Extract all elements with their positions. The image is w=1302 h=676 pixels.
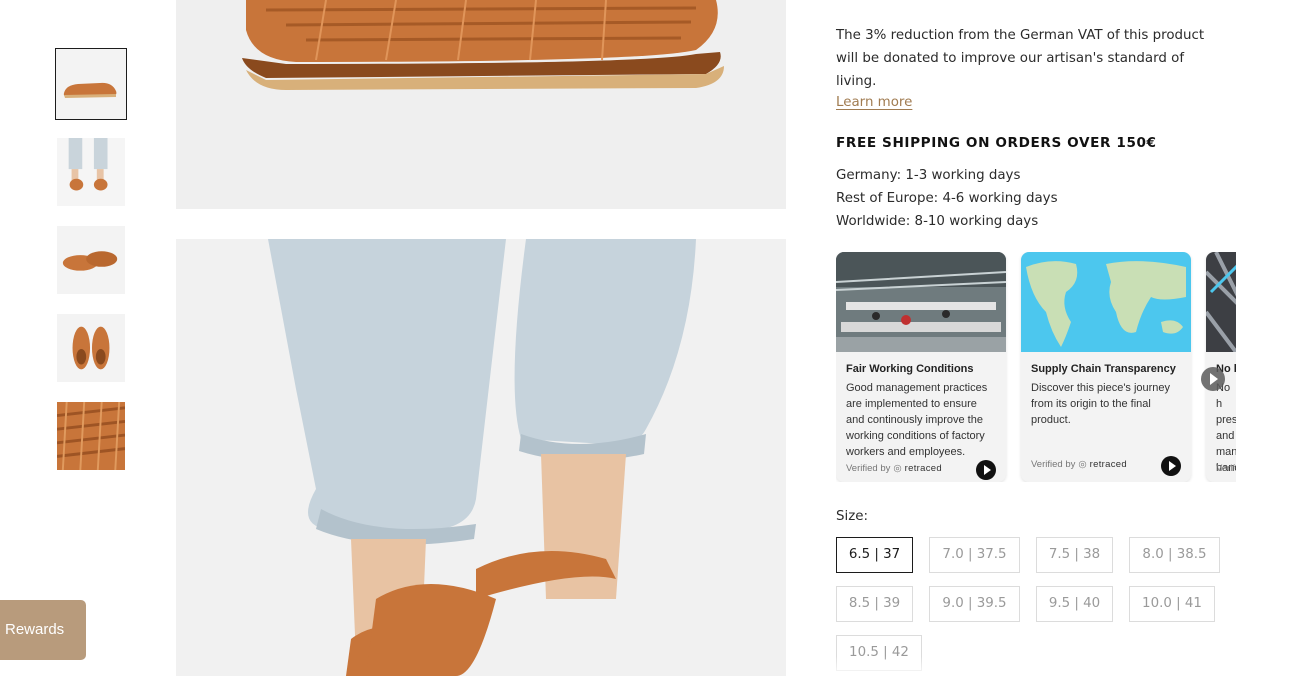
- weave-detail-image: [57, 402, 125, 470]
- verified-by-label: Verified by ◎ retraced: [846, 463, 942, 474]
- card-description: No h pres and man hand: [1216, 382, 1236, 474]
- shipping-time-europe: Rest of Europe: 4-6 working days: [836, 191, 1058, 206]
- size-option-7-0[interactable]: 7.0 | 37.5: [929, 537, 1020, 573]
- model-legs-image: [57, 138, 125, 206]
- shipping-time-worldwide: Worldwide: 8-10 working days: [836, 214, 1039, 229]
- size-label: Size:: [836, 509, 868, 524]
- retraced-brand: retraced: [1089, 459, 1127, 470]
- main-product-image-2: [176, 239, 786, 676]
- verified-prefix: Verif: [1216, 463, 1236, 474]
- bottom-fade-overlay: [836, 656, 1036, 676]
- verified-by-label: Verif: [1216, 463, 1235, 474]
- card-description: Discover this piece's journey from its o…: [1031, 382, 1171, 426]
- play-icon[interactable]: [1161, 456, 1181, 476]
- learn-more-link[interactable]: Learn more: [836, 95, 912, 110]
- thumbnail-1[interactable]: [55, 48, 127, 120]
- sustainability-carousel: Fair Working Conditions Good management …: [836, 252, 1236, 482]
- texture-image: [1206, 252, 1236, 352]
- size-option-7-5[interactable]: 7.5 | 38: [1036, 537, 1113, 573]
- main-product-image-1: [176, 0, 786, 209]
- verified-by-label: Verified by ◎ retraced: [1031, 459, 1127, 470]
- size-option-6-5[interactable]: 6.5 | 37: [836, 537, 913, 573]
- shipping-heading: FREE SHIPPING ON ORDERS OVER 150€: [836, 135, 1157, 151]
- thumbnail-2[interactable]: [57, 138, 125, 206]
- size-option-9-5[interactable]: 9.5 | 40: [1036, 586, 1113, 622]
- card-fair-working-conditions[interactable]: Fair Working Conditions Good management …: [836, 252, 1006, 482]
- rewards-button[interactable]: Rewards: [0, 600, 86, 660]
- retraced-brand: retraced: [904, 463, 942, 474]
- size-option-8-0[interactable]: 8.0 | 38.5: [1129, 537, 1220, 573]
- thumbnail-5[interactable]: [57, 402, 125, 470]
- size-option-9-0[interactable]: 9.0 | 39.5: [929, 586, 1020, 622]
- card-supply-chain-transparency[interactable]: Supply Chain Transparency Discover this …: [1021, 252, 1191, 482]
- verified-prefix: Verified by: [1031, 459, 1076, 470]
- size-option-10-0[interactable]: 10.0 | 41: [1129, 586, 1215, 622]
- shoe-pair-image: [57, 226, 125, 294]
- shipping-times-list: Germany: 1-3 working days Rest of Europe…: [836, 164, 1058, 233]
- shoe-closeup-image: [176, 0, 786, 209]
- retraced-pin-icon: ◎: [1078, 459, 1087, 470]
- card-description: Good management practices are implemente…: [846, 382, 988, 458]
- thumbnail-4[interactable]: [57, 314, 125, 382]
- size-option-8-5[interactable]: 8.5 | 39: [836, 586, 913, 622]
- world-map-image: [1021, 252, 1191, 352]
- factory-image: [836, 252, 1006, 352]
- retraced-pin-icon: ◎: [893, 463, 902, 474]
- product-info-panel: The 3% reduction from the German VAT of …: [836, 24, 1256, 229]
- verified-prefix: Verified by: [846, 463, 891, 474]
- card-title: Supply Chain Transparency: [1031, 363, 1176, 375]
- thumbnail-3[interactable]: [57, 226, 125, 294]
- shoe-side-image: [56, 49, 126, 119]
- play-icon[interactable]: [976, 460, 996, 480]
- model-wearing-shoes-image: [176, 239, 786, 676]
- carousel-next-button[interactable]: [1201, 367, 1225, 391]
- card-title: Fair Working Conditions: [846, 363, 974, 375]
- shoe-top-image: [57, 314, 125, 382]
- vat-donation-text: The 3% reduction from the German VAT of …: [836, 28, 1205, 89]
- shipping-time-germany: Germany: 1-3 working days: [836, 168, 1021, 183]
